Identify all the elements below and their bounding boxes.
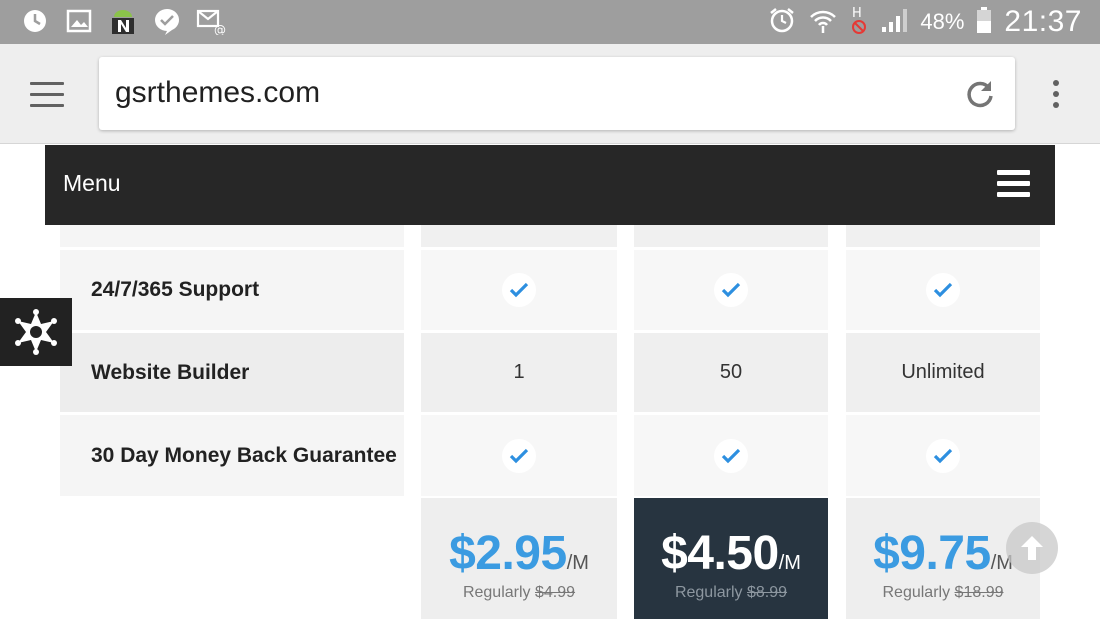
feature-value-cell xyxy=(421,250,617,330)
table-cell-partial xyxy=(60,225,404,247)
feature-value: 1 xyxy=(421,333,617,412)
svg-text:H: H xyxy=(852,6,862,21)
arrow-up-icon xyxy=(1021,536,1043,560)
regular-price-line: Regularly $8.99 xyxy=(634,584,828,602)
scroll-to-top-button[interactable] xyxy=(1006,522,1058,574)
price-period: /M xyxy=(778,552,801,574)
feature-value-cell xyxy=(634,250,828,330)
clock-notification-icon xyxy=(20,6,50,36)
system-indicators: H 48% 21:37 xyxy=(768,4,1082,40)
menu-label[interactable]: Menu xyxy=(63,170,121,197)
regular-price: $4.99 xyxy=(535,584,576,601)
checkmark-icon xyxy=(502,438,536,473)
wifi-icon xyxy=(808,6,838,38)
alarm-icon xyxy=(768,6,796,38)
table-cell-partial xyxy=(634,225,828,247)
reload-icon[interactable] xyxy=(963,77,997,111)
browser-menu-icon[interactable] xyxy=(30,82,64,108)
feature-value-cell xyxy=(634,415,828,496)
address-bar[interactable]: gsrthemes.com xyxy=(99,57,1015,130)
price-line: $4.50/M xyxy=(634,526,828,581)
plan-price-card-highlighted[interactable]: $4.50/M Regularly $8.99 xyxy=(634,498,828,619)
site-menu-bar[interactable]: Menu xyxy=(45,145,1055,225)
battery-icon xyxy=(976,6,992,38)
battery-percentage: 48% xyxy=(920,9,965,34)
feature-label: Website Builder xyxy=(60,333,404,412)
regular-label: Regularly xyxy=(674,584,743,601)
regular-price-line: Regularly $18.99 xyxy=(846,584,1040,602)
regular-price: $18.99 xyxy=(954,584,1004,601)
regular-label: Regularly xyxy=(462,584,531,601)
email-icon: @ xyxy=(196,6,226,36)
clock: 21:37 xyxy=(1004,5,1082,38)
checkmark-icon xyxy=(926,273,960,307)
table-cell-partial xyxy=(421,225,617,247)
feature-value-cell xyxy=(421,415,617,496)
checkmark-icon xyxy=(502,273,536,307)
notification-icons: @ xyxy=(20,6,226,36)
overflow-menu-icon[interactable] xyxy=(1053,80,1063,110)
feature-label: 24/7/365 Support xyxy=(60,250,404,330)
hplus-no-data-icon: H xyxy=(850,4,868,40)
regular-price: $8.99 xyxy=(747,584,788,601)
plan-price-card[interactable]: $2.95/M Regularly $4.99 xyxy=(421,498,617,619)
plan-price: $4.50 xyxy=(661,527,779,580)
feature-value: Unlimited xyxy=(846,333,1040,412)
svg-text:@: @ xyxy=(214,23,226,35)
price-period: /M xyxy=(566,552,589,574)
sheriff-star-icon xyxy=(15,309,57,355)
android-n-icon xyxy=(108,6,138,36)
feature-value-cell xyxy=(846,415,1040,496)
checkmark-icon xyxy=(714,273,748,307)
hamburger-icon[interactable] xyxy=(997,170,1030,198)
feature-label: 30 Day Money Back Guarantee xyxy=(60,415,404,496)
feature-value: 50 xyxy=(634,333,828,412)
regular-label: Regularly xyxy=(882,584,951,601)
signal-icon xyxy=(880,6,908,38)
browser-toolbar: gsrthemes.com xyxy=(0,44,1100,144)
regular-price-line: Regularly $4.99 xyxy=(421,584,617,602)
price-line: $2.95/M xyxy=(421,526,617,581)
checkmark-icon xyxy=(926,438,960,473)
status-bar: @ H 48% 21:37 xyxy=(0,0,1100,44)
feature-value-cell xyxy=(846,250,1040,330)
plan-price: $9.75 xyxy=(873,527,991,580)
table-cell-partial xyxy=(846,225,1040,247)
check-bubble-icon xyxy=(152,6,182,36)
plan-price: $2.95 xyxy=(449,527,567,580)
image-notification-icon xyxy=(64,6,94,36)
url-text[interactable]: gsrthemes.com xyxy=(115,76,320,110)
checkmark-icon xyxy=(714,438,748,473)
sheriff-star-widget[interactable] xyxy=(0,298,72,366)
